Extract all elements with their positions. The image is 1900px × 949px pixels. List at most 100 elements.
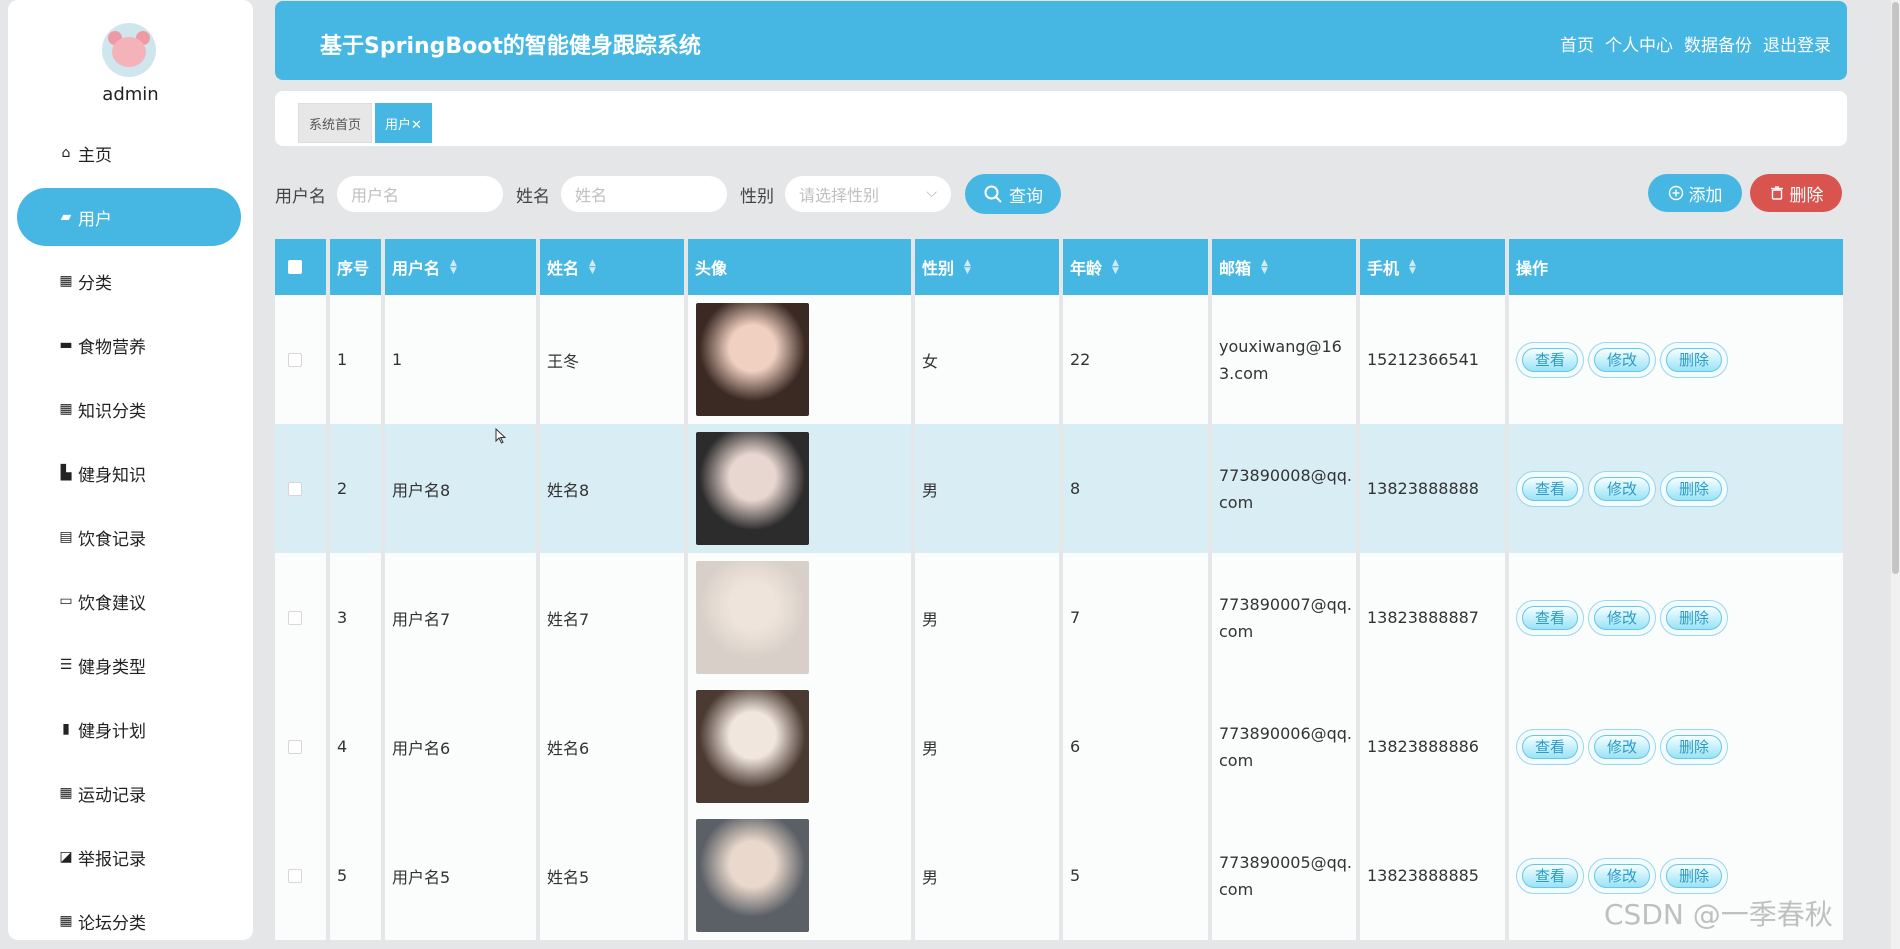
col-age[interactable]: 年龄 ▲ ▼ (1063, 239, 1212, 295)
user-avatar-photo[interactable] (696, 819, 809, 932)
sidebar-item-label: 健身知识 (78, 465, 146, 486)
edit-button[interactable]: 修改 (1588, 341, 1656, 378)
edit-button[interactable]: 修改 (1588, 599, 1656, 636)
row-checkbox[interactable] (288, 481, 302, 496)
view-button[interactable]: 查看 (1516, 857, 1584, 894)
delete-button[interactable]: 删除 (1660, 728, 1728, 765)
row-actions: 查看 修改 删除 (1516, 341, 1728, 378)
row-checkbox[interactable] (288, 868, 302, 883)
view-button[interactable]: 查看 (1516, 470, 1584, 507)
col-index-label: 序号 (337, 259, 370, 278)
cell-name-text: 姓名5 (547, 867, 590, 887)
row-checkbox[interactable] (288, 739, 302, 754)
edit-button-label: 修改 (1594, 347, 1650, 372)
user-avatar-photo[interactable] (696, 690, 809, 803)
sort-icon[interactable]: ▲ ▼ (1261, 259, 1268, 276)
nav-backup-link[interactable]: 数据备份 (1684, 31, 1752, 56)
sidebar-item-label: 食物营养 (78, 337, 146, 358)
sidebar-item-12[interactable]: ▦ 论坛分类 (17, 892, 241, 940)
sort-icon[interactable]: ▲ ▼ (964, 259, 971, 276)
select-all-header (275, 239, 330, 295)
col-email[interactable]: 邮箱 ▲ ▼ (1212, 239, 1360, 295)
sort-icon[interactable]: ▲ ▼ (450, 259, 457, 276)
sidebar-item-6[interactable]: ▤ 饮食记录 (17, 508, 241, 566)
col-username[interactable]: 用户名 ▲ ▼ (385, 239, 540, 295)
delete-button[interactable]: 删除 (1660, 857, 1728, 894)
sidebar-item-1[interactable]: ▰ 用户 (17, 188, 241, 246)
edit-button[interactable]: 修改 (1588, 728, 1656, 765)
col-phone[interactable]: 手机 ▲ ▼ (1360, 239, 1509, 295)
nav-logout-link[interactable]: 退出登录 (1763, 31, 1831, 56)
sidebar-item-9[interactable]: ▮ 健身计划 (17, 700, 241, 758)
page-scrollbar[interactable] (1891, 0, 1900, 949)
cell-name: 王冬 (540, 295, 688, 424)
sort-icon[interactable]: ▲ ▼ (1112, 259, 1119, 276)
cell-index: 3 (330, 553, 385, 682)
user-avatar-photo[interactable] (696, 561, 809, 674)
delete-button-label: 删除 (1666, 476, 1722, 501)
add-button[interactable]: 添加 (1648, 174, 1742, 212)
cell-username-text: 用户名5 (392, 867, 451, 887)
search-icon (984, 185, 1002, 203)
user-avatar-photo[interactable] (696, 432, 809, 545)
cell-email: 773890007@qq.com (1212, 553, 1360, 682)
scrollbar-thumb[interactable] (1892, 2, 1899, 574)
sidebar-item-0[interactable]: ⌂ 主页 (17, 124, 241, 182)
watermark: CSDN @一季春秋 (1604, 898, 1833, 931)
batch-delete-button[interactable]: 删除 (1750, 174, 1842, 212)
sidebar-item-2[interactable]: ▦ 分类 (17, 252, 241, 310)
view-button[interactable]: 查看 (1516, 341, 1584, 378)
delete-button[interactable]: 删除 (1660, 470, 1728, 507)
view-button[interactable]: 查看 (1516, 728, 1584, 765)
header-nav: 首页 个人中心 数据备份 退出登录 (1560, 31, 1831, 56)
cell-phone-text: 13823888888 (1367, 479, 1479, 498)
table-row[interactable]: 2 用户名8 姓名8 男 8 773890008@qq.com 13823888888 查看修… (275, 424, 1843, 553)
name-search-input[interactable]: 姓名 (560, 175, 728, 213)
gender-select[interactable]: 请选择性别 ⌵ (784, 175, 952, 213)
user-avatar-photo[interactable] (696, 303, 809, 416)
cell-gender: 男 (915, 424, 1063, 553)
cell-avatar (688, 682, 915, 811)
clipboard-icon: ▤ (59, 529, 73, 545)
sidebar-item-10[interactable]: ▦ 运动记录 (17, 764, 241, 822)
delete-button[interactable]: 删除 (1660, 341, 1728, 378)
cell-phone-text: 15212366541 (1367, 350, 1479, 369)
sidebar-item-4[interactable]: ▦ 知识分类 (17, 380, 241, 438)
grid-icon: ▦ (59, 913, 73, 929)
sidebar-item-7[interactable]: ▭ 饮食建议 (17, 572, 241, 630)
gender-placeholder: 请选择性别 (799, 186, 880, 205)
select-all-checkbox[interactable] (288, 260, 302, 274)
table-row[interactable]: 4 用户名6 姓名6 男 6 773890006@qq.com 13823888886 查看修… (275, 682, 1843, 811)
edit-button[interactable]: 修改 (1588, 470, 1656, 507)
col-name[interactable]: 姓名 ▲ ▼ (540, 239, 688, 295)
nav-home-link[interactable]: 首页 (1560, 31, 1594, 56)
sort-icon[interactable]: ▲ ▼ (589, 259, 596, 276)
sidebar-item-5[interactable]: ▙ 健身知识 (17, 444, 241, 502)
sidebar-item-8[interactable]: ☰ 健身类型 (17, 636, 241, 694)
table-row[interactable]: 3 用户名7 姓名7 男 7 773890007@qq.com 13823888887 查看修… (275, 553, 1843, 682)
col-avatar-label: 头像 (695, 259, 728, 278)
monitor-icon: ▭ (59, 593, 73, 609)
delete-button[interactable]: 删除 (1660, 599, 1728, 636)
cell-username: 用户名7 (385, 553, 540, 682)
row-checkbox[interactable] (288, 610, 302, 625)
name-placeholder: 姓名 (575, 186, 608, 205)
cell-name: 姓名7 (540, 553, 688, 682)
sidebar-item-3[interactable]: ▬ 食物营养 (17, 316, 241, 374)
avatar[interactable] (102, 23, 156, 77)
row-checkbox[interactable] (288, 352, 302, 367)
view-button[interactable]: 查看 (1516, 599, 1584, 636)
sort-icon[interactable]: ▲ ▼ (1409, 259, 1416, 276)
batch-delete-label: 删除 (1789, 185, 1824, 206)
edit-button[interactable]: 修改 (1588, 857, 1656, 894)
sidebar-item-11[interactable]: ◪ 举报记录 (17, 828, 241, 886)
briefcase-icon: ▬ (59, 337, 73, 353)
col-gender[interactable]: 性别 ▲ ▼ (915, 239, 1063, 295)
query-button[interactable]: 查询 (965, 174, 1061, 214)
tab-system-home[interactable]: 系统首页 (298, 103, 373, 143)
table-row[interactable]: 1 1 王冬 女 22 youxiwang@163.com 15212366541 查看 修改删… (275, 295, 1843, 424)
cell-actions: 查看 修改 删除 (1509, 424, 1843, 553)
tab-user[interactable]: 用户✕ (375, 103, 432, 143)
nav-profile-link[interactable]: 个人中心 (1605, 31, 1673, 56)
username-search-input[interactable]: 用户名 (336, 175, 504, 213)
